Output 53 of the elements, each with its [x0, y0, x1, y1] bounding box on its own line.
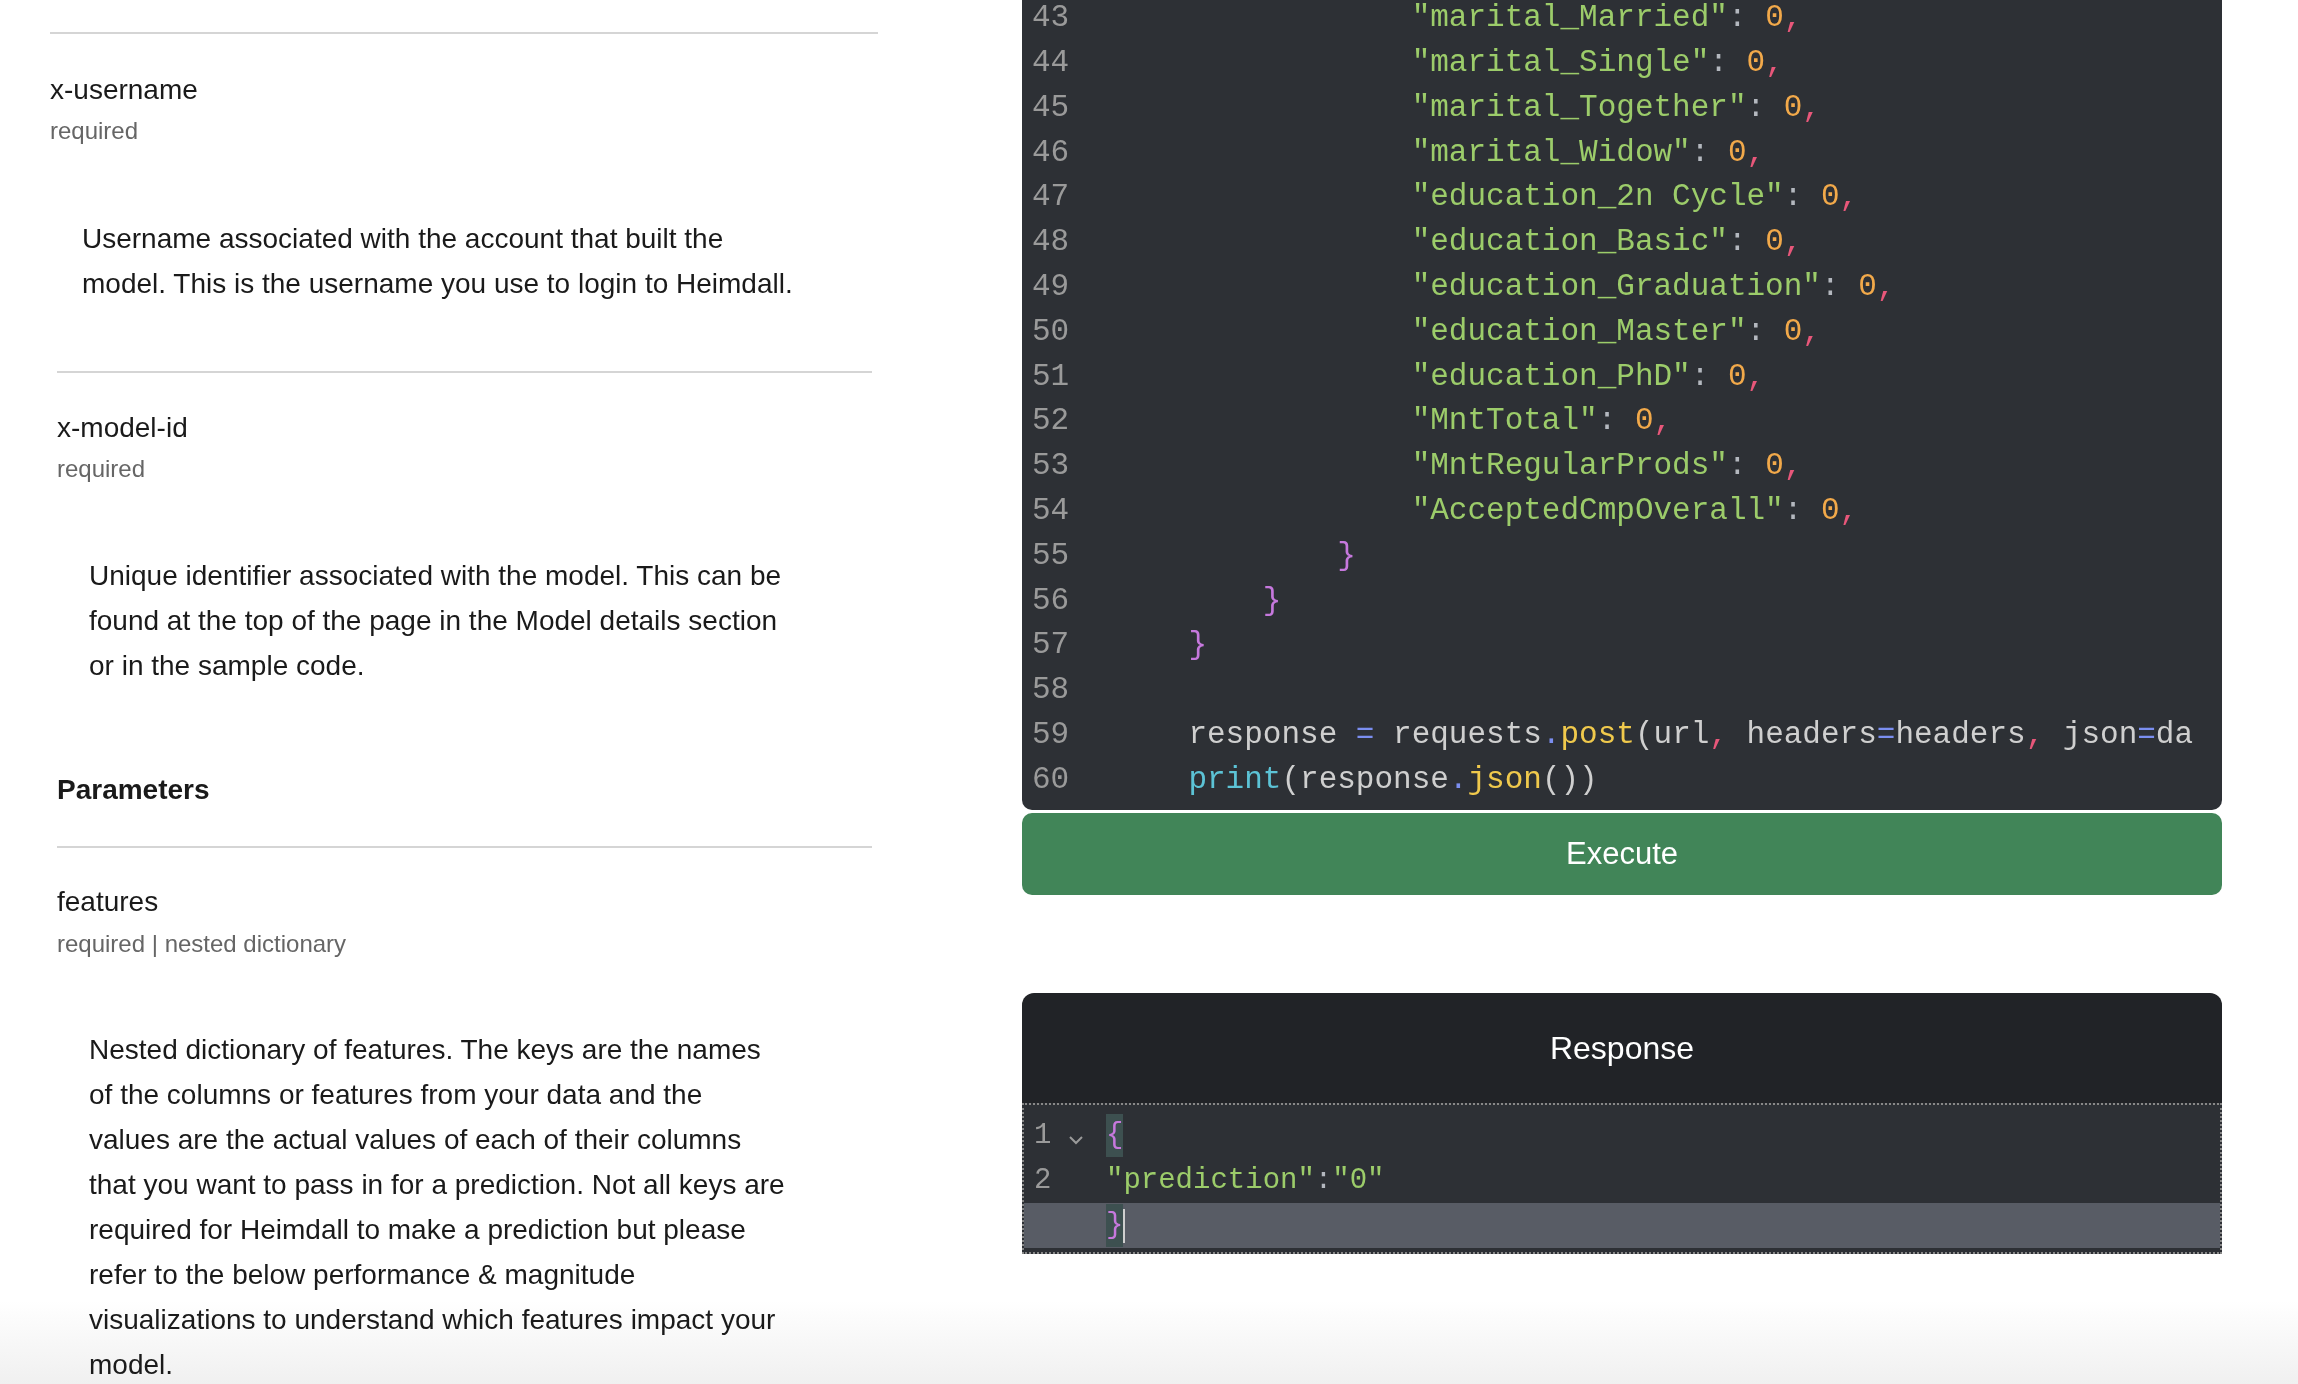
- line-number: 60: [1031, 760, 1071, 799]
- line-number: 59: [1031, 715, 1071, 754]
- line-number: 46: [1031, 133, 1071, 172]
- field-name: x-model-id: [57, 411, 189, 445]
- code-line: "MntRegularProds": 0,: [1410, 447, 1803, 486]
- code-line: "education_Basic": 0,: [1410, 223, 1803, 262]
- field-name: x-username: [50, 73, 199, 107]
- line-number: 58: [1031, 671, 1071, 710]
- line-number: 51: [1031, 357, 1071, 396]
- line-number: 2: [1033, 1162, 1053, 1199]
- field-description: Unique identifier associated with the model. This can be found at the top of the page in the Model details section or in the sample code.: [89, 559, 783, 683]
- line-number: 54: [1031, 491, 1071, 530]
- line-number: 1: [1033, 1117, 1053, 1154]
- field-note: required | nested dictionary: [57, 929, 348, 959]
- code-line: "MntTotal": 0,: [1410, 402, 1673, 441]
- code-line: }: [1187, 626, 1207, 665]
- execute-button[interactable]: Execute: [1022, 813, 2222, 895]
- code-line: "AcceptedCmpOverall": 0,: [1410, 491, 1859, 530]
- field-name: features: [57, 885, 160, 919]
- line-number: 50: [1031, 312, 1071, 351]
- code-line: "marital_Widow": 0,: [1410, 133, 1766, 172]
- code-line: "education_Master": 0,: [1410, 312, 1821, 351]
- line-number: 49: [1031, 267, 1071, 306]
- line-number: 45: [1031, 88, 1071, 127]
- field-description: Username associated with the account that built the model. This is the username you use to login to Heimdall.: [82, 222, 794, 301]
- code-line: print(response.json()): [1187, 760, 1598, 799]
- code-line: "education_Graduation": 0,: [1410, 267, 1896, 306]
- field-description: Nested dictionary of features. The keys are the names of the columns or features from your data and the values are the actual values of each of their columns that you want to pass in for a prediction. Not all keys are required for Heimdall to make a prediction but please refer to the below performance & magnitude visualizations to understand which features impact your model.: [89, 1033, 786, 1382]
- line-number: 53: [1031, 447, 1071, 486]
- line-number: 44: [1031, 43, 1071, 82]
- response-editor[interactable]: 1 { 2 "prediction":"0" }: [1022, 1103, 2222, 1254]
- line-number: 57: [1031, 626, 1071, 665]
- code-line: response = requests.post(url, headers=headers, json=da: [1187, 715, 2194, 754]
- code-line: "education_2n Cycle": 0,: [1410, 178, 1859, 217]
- line-number: 48: [1031, 223, 1071, 262]
- code-line: "prediction":"0": [1106, 1162, 1385, 1199]
- section-heading: Parameters: [57, 773, 211, 807]
- line-number: 43: [1031, 0, 1071, 38]
- response-title: Response: [1549, 1029, 1695, 1068]
- line-number: 55: [1031, 536, 1071, 575]
- field-note: required: [50, 116, 140, 146]
- line-number: 52: [1031, 402, 1071, 441]
- code-line: "marital_Married": 0,: [1410, 0, 1803, 38]
- code-line: "education_PhD": 0,: [1410, 357, 1766, 396]
- field-note: required: [57, 454, 147, 484]
- code-line: "marital_Single": 0,: [1410, 43, 1784, 82]
- code-line: }: [1336, 536, 1356, 575]
- line-number: 47: [1031, 178, 1071, 217]
- code-line: }: [1261, 581, 1282, 620]
- code-editor[interactable]: [1022, 0, 2222, 810]
- code-line: "marital_Together": 0,: [1410, 88, 1821, 127]
- chevron-down-icon[interactable]: [1068, 1133, 1084, 1146]
- line-number: 56: [1031, 581, 1071, 620]
